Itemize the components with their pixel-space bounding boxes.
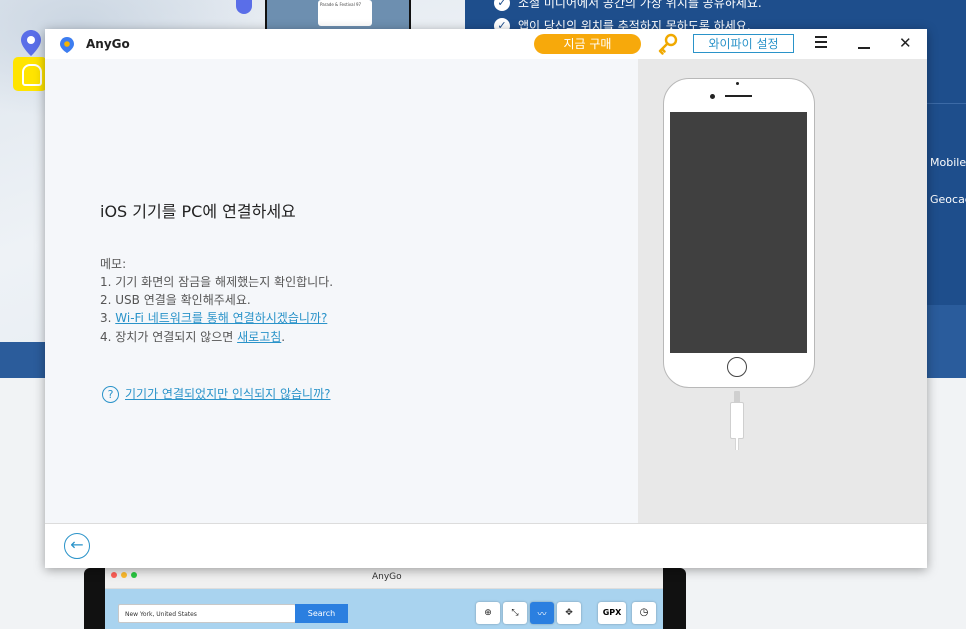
page-title: iOS 기기를 PC에 연결하세요 <box>100 202 296 221</box>
multi-spot-icon[interactable]: 〰 <box>530 602 554 624</box>
mac-close-dot <box>111 572 117 578</box>
memo-line-1: 1. 기기 화면의 잠금을 해제했는지 확인합니다. <box>100 275 334 289</box>
phone-home-button <box>727 357 747 377</box>
mac-zoom-dot <box>131 572 137 578</box>
back-arrow-icon[interactable]: ← <box>64 533 90 559</box>
location-pin-icon <box>60 37 74 53</box>
memo-line-4-suffix: . <box>281 330 286 344</box>
memo-line-3: 3. Wi-Fi 네트워크를 통해 연결하시겠습니까? <box>100 309 327 326</box>
snapchat-icon <box>13 57 47 91</box>
two-spot-icon[interactable]: ⤡ <box>503 602 527 624</box>
close-icon[interactable]: ✕ <box>899 35 912 51</box>
joystick-icon[interactable]: ✥ <box>557 602 581 624</box>
key-icon[interactable] <box>657 33 679 55</box>
mac-search-input[interactable]: New York, United States <box>118 604 296 623</box>
buy-now-button[interactable]: 지금 구매 <box>534 34 641 54</box>
usb-cable <box>730 402 744 439</box>
phone-screen <box>670 112 807 353</box>
memo-title: 메모: <box>100 257 127 271</box>
instructions-pane: iOS 기기를 PC에 연결하세요 메모: 1. 기기 화면의 잠금을 해제했는… <box>45 59 638 523</box>
wifi-connect-link[interactable]: Wi-Fi 네트워크를 통해 연결하시겠습니까? <box>115 311 327 325</box>
memo-line-4: 4. 장치가 연결되지 않으면 새로고침. <box>100 328 285 345</box>
phone-camera <box>710 94 715 99</box>
background-side-link[interactable]: Mobile <box>930 156 966 169</box>
clock-icon[interactable]: ◷ <box>632 602 656 624</box>
app-name: AnyGo <box>86 37 130 51</box>
memo-line-4-prefix: 4. 장치가 연결되지 않으면 <box>100 330 238 344</box>
menu-icon[interactable] <box>815 36 827 50</box>
crosshair-icon[interactable]: ⊕ <box>476 602 500 624</box>
phone-speaker <box>725 95 752 97</box>
mac-search-button[interactable]: Search <box>295 604 348 623</box>
mac-minimize-dot <box>121 572 127 578</box>
mac-app-title: AnyGo <box>372 572 402 582</box>
wifi-settings-button[interactable]: 와이파이 설정 <box>693 34 794 53</box>
memo-line-2: 2. USB 연결을 확인해주세요. <box>100 293 251 307</box>
title-bar: AnyGo 지금 구매 와이파이 설정 ✕ <box>45 29 927 59</box>
background-bullet: 소셜 미디어에서 공간의 가장 위치를 공유하세요. <box>518 0 762 10</box>
memo-line-3-prefix: 3. <box>100 311 116 325</box>
mac-toolbar: ⊕ ⤡ 〰 ✥ <box>476 602 581 624</box>
background-location-pin-icon <box>21 30 41 56</box>
phone-sensor <box>736 82 739 85</box>
usb-cable-wire <box>735 438 739 450</box>
help-icon[interactable]: ? <box>102 386 119 403</box>
background-map-card: Parade & Festival 97 <box>318 0 372 26</box>
device-not-recognized-link[interactable]: 기기가 연결되었지만 인식되지 않습니까? <box>125 385 331 402</box>
gpx-button[interactable]: GPX <box>598 602 626 624</box>
minimize-icon[interactable] <box>858 47 870 49</box>
background-side-link[interactable]: Geocac <box>930 193 966 206</box>
footer-bar: ← <box>45 523 927 568</box>
refresh-link[interactable]: 새로고침 <box>237 330 281 344</box>
